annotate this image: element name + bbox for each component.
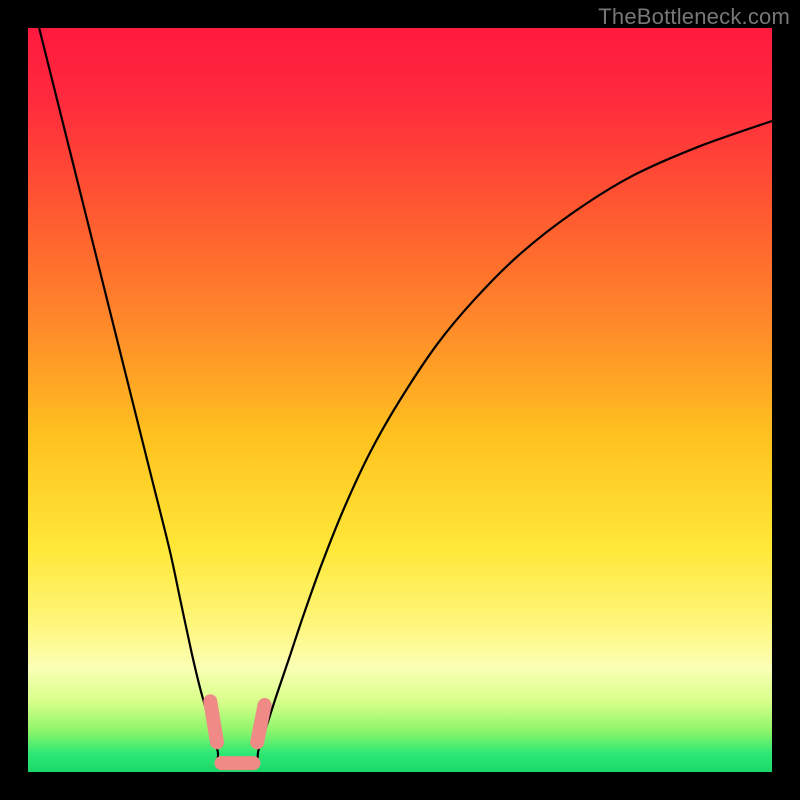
- marker-right: [257, 705, 264, 742]
- chart-svg: [28, 28, 772, 772]
- plot-area: [28, 28, 772, 772]
- outer-frame: TheBottleneck.com: [0, 0, 800, 800]
- marker-left: [210, 701, 217, 742]
- watermark-text: TheBottleneck.com: [598, 4, 790, 30]
